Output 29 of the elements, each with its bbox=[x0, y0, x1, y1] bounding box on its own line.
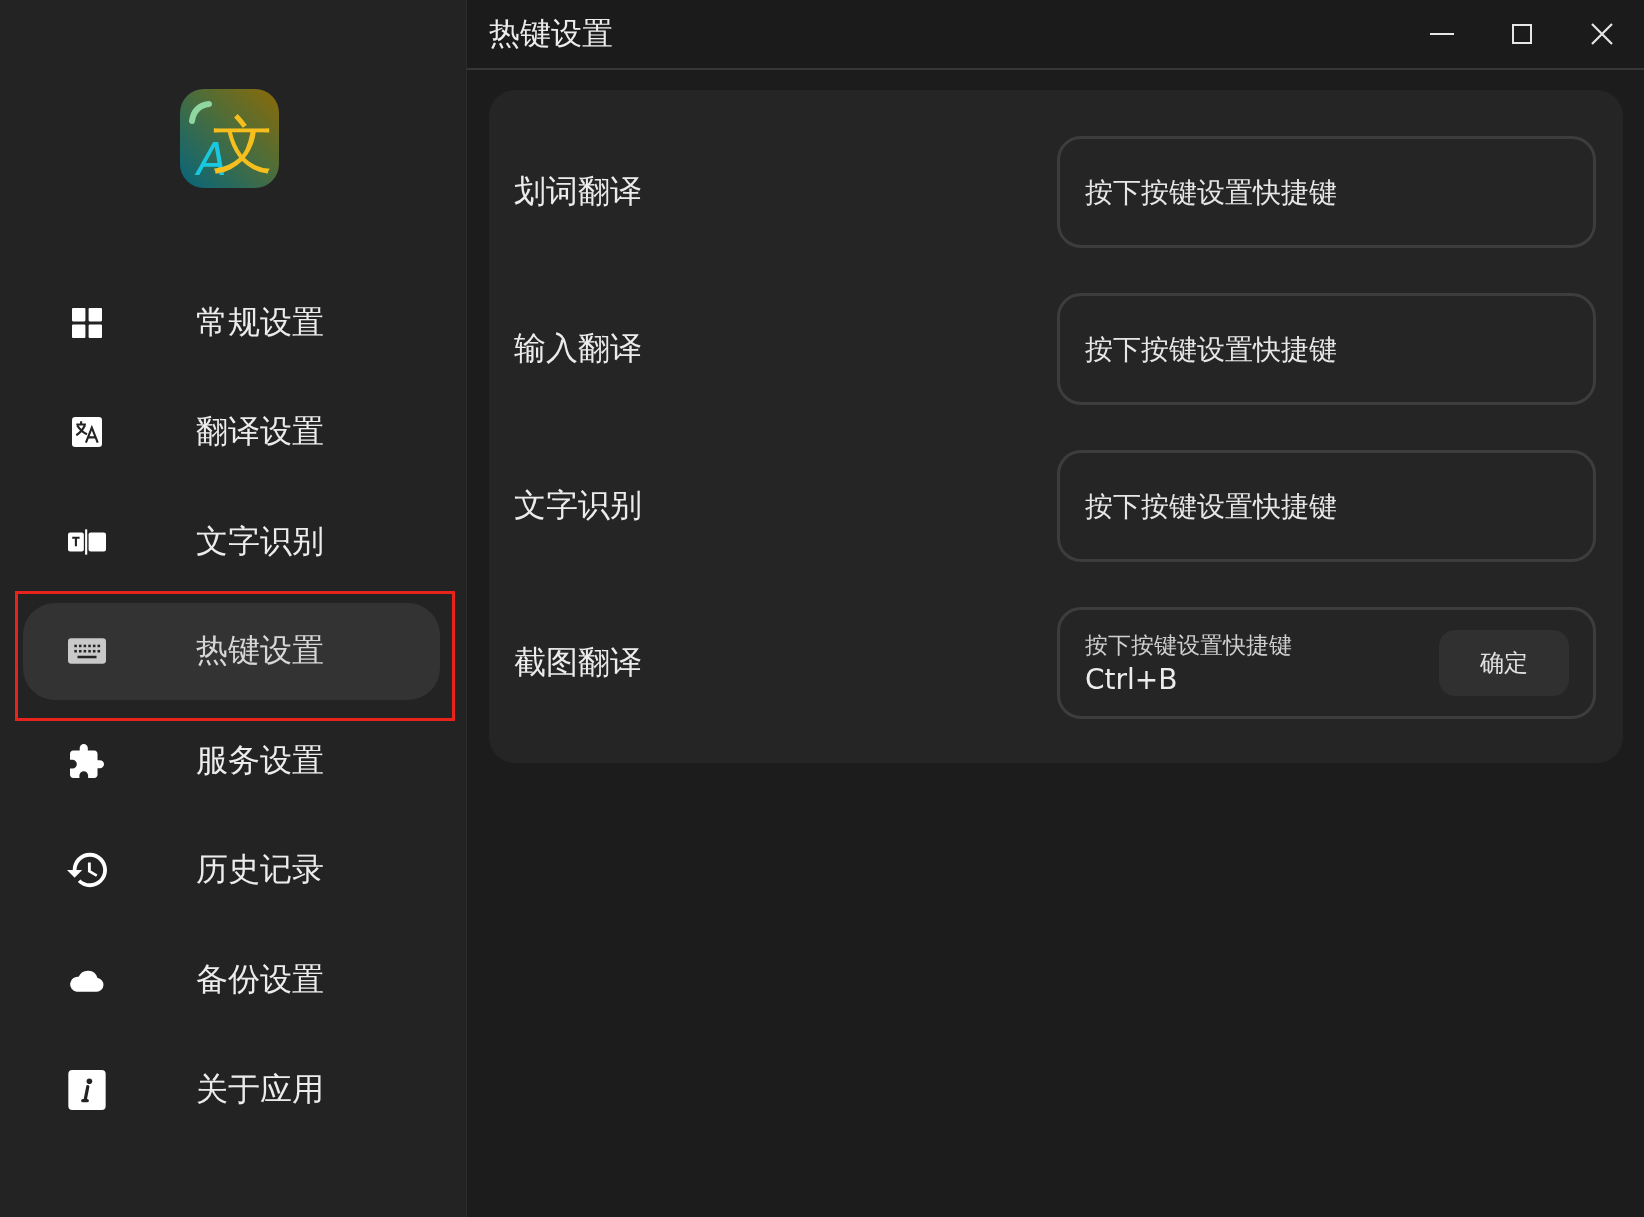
window-title: 热键设置 bbox=[489, 14, 613, 53]
close-icon[interactable] bbox=[1591, 23, 1613, 45]
keyboard-icon bbox=[68, 638, 106, 665]
grid-icon bbox=[72, 307, 102, 338]
info-icon bbox=[68, 1069, 106, 1110]
nav-item[interactable]: 关于应用 bbox=[23, 1041, 440, 1139]
nav-item[interactable]: 历史记录 bbox=[23, 821, 440, 919]
nav-item[interactable]: 翻译设置 bbox=[23, 383, 440, 481]
confirm-button[interactable]: 确定 bbox=[1439, 630, 1569, 696]
hotkey-label: 截图翻译 bbox=[514, 642, 642, 683]
nav-item[interactable]: 服务设置 bbox=[23, 712, 440, 810]
hotkey-label: 划词翻译 bbox=[514, 171, 642, 212]
nav-item[interactable]: 备份设置 bbox=[23, 931, 440, 1029]
field-label: 按下按键设置快捷键 bbox=[1085, 631, 1292, 660]
hotkey-label: 输入翻译 bbox=[514, 328, 642, 369]
shortcut-value: Ctrl+B bbox=[1085, 663, 1178, 696]
shortcut-field[interactable]: 按下按键设置快捷键 bbox=[1057, 293, 1596, 405]
cloud-icon bbox=[69, 968, 105, 993]
nav-item[interactable]: 文字识别 bbox=[23, 493, 440, 591]
hotkey-label: 文字识别 bbox=[514, 485, 642, 526]
nav-item[interactable]: 常规设置 bbox=[23, 274, 440, 371]
history-icon bbox=[67, 852, 107, 889]
puzzle-icon bbox=[70, 743, 104, 778]
maximize-icon[interactable] bbox=[1512, 24, 1532, 44]
shortcut-field[interactable]: 按下按键设置快捷键 bbox=[1057, 136, 1596, 248]
shortcut-field[interactable]: 按下按键设置快捷键 Ctrl+B 确定 bbox=[1057, 607, 1596, 719]
shortcut-field[interactable]: 按下按键设置快捷键 bbox=[1057, 450, 1596, 562]
translate-icon bbox=[72, 417, 102, 448]
text-recognition-icon bbox=[68, 528, 106, 555]
